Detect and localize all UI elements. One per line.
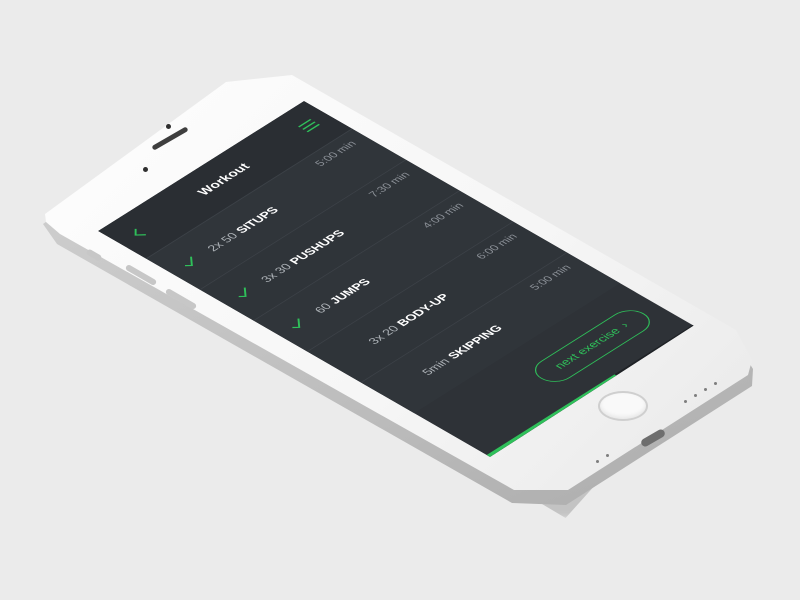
exercise-reps: 60 <box>311 301 335 316</box>
exercise-reps: 2x 50 <box>203 230 242 254</box>
front-camera <box>166 124 171 129</box>
next-exercise-label: next exercise <box>550 325 624 371</box>
chevron-right-icon: › <box>616 320 633 330</box>
exercise-name: PUSHUPS <box>286 227 348 267</box>
speaker-grille-dot <box>714 382 717 385</box>
checkmark-icon <box>292 318 301 329</box>
speaker-grille-dot <box>606 454 609 457</box>
scene: Workout 2x 50SITUPS 5:00 min 3x 30PUSHUP… <box>0 0 800 600</box>
home-button <box>598 391 648 421</box>
checkmark-icon <box>185 256 193 267</box>
proximity-sensor <box>143 167 148 172</box>
speaker-grille-dot <box>704 388 707 391</box>
exercise-name: BODY-UP <box>393 291 453 329</box>
exercise-reps: 3x 20 <box>365 323 403 347</box>
exercise-name: JUMPS <box>326 276 374 306</box>
exercise-label: 60JUMPS <box>311 277 373 316</box>
exercise-name: SKIPPING <box>444 322 506 361</box>
speaker-grille-dot <box>596 460 599 463</box>
exercise-reps: 3x 30 <box>257 261 295 285</box>
exercise-name: SITUPS <box>232 204 282 236</box>
exercise-reps: 5min <box>418 356 453 378</box>
speaker-grille-dot <box>694 394 697 397</box>
speaker-grille-dot <box>684 400 687 403</box>
checkmark-icon <box>238 287 247 298</box>
